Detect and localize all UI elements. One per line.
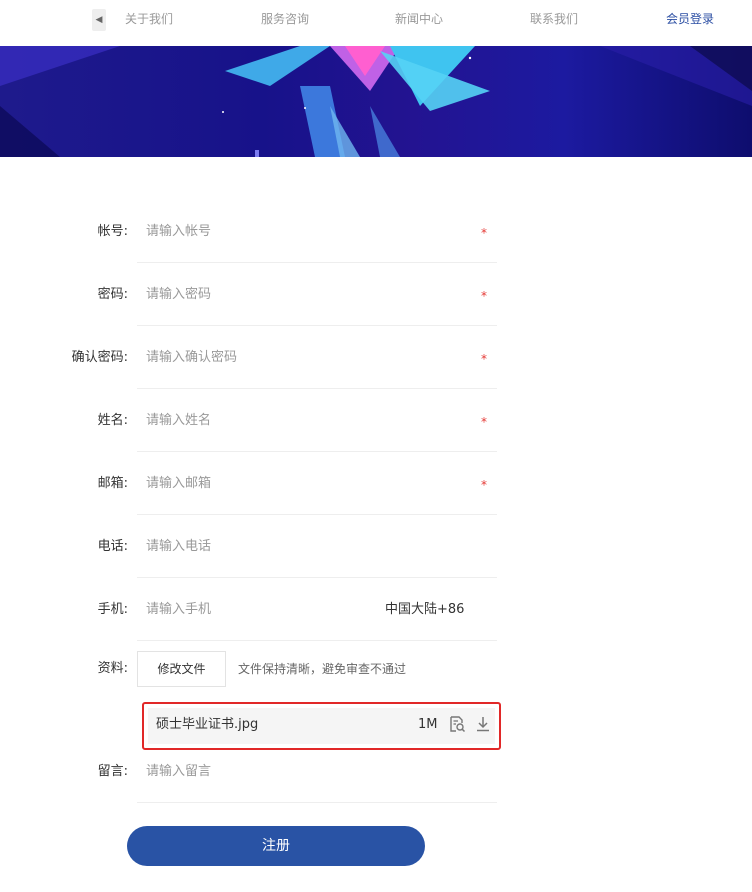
nav-item-news[interactable]: 新闻中心	[395, 11, 443, 27]
message-label: 留言:	[97, 764, 128, 779]
phone-row: 电话: 请输入电话	[0, 515, 752, 578]
required-mark: *	[481, 289, 487, 303]
banner-graphic	[0, 46, 752, 157]
name-label: 姓名:	[97, 413, 128, 428]
preview-icon[interactable]	[448, 715, 466, 733]
phone-label: 电话:	[97, 539, 128, 554]
phone-input[interactable]: 请输入电话	[137, 515, 497, 578]
required-mark: *	[481, 415, 487, 429]
password-input[interactable]: 请输入密码 *	[137, 263, 497, 326]
mobile-row: 手机: 请输入手机 中国大陆+86	[0, 578, 752, 641]
register-button[interactable]: 注册	[127, 826, 425, 866]
required-mark: *	[481, 226, 487, 240]
top-nav: ◀ 关于我们 服务咨询 新闻中心 联系我们 会员登录	[0, 0, 752, 46]
mobile-label: 手机:	[97, 602, 128, 617]
modify-file-button[interactable]: 修改文件	[137, 651, 226, 687]
name-input[interactable]: 请输入姓名 *	[137, 389, 497, 452]
download-icon[interactable]	[474, 715, 492, 733]
mobile-placeholder: 请输入手机	[146, 602, 212, 617]
password-label: 密码:	[97, 287, 128, 302]
chevron-left-icon[interactable]: ◀	[92, 9, 106, 31]
upload-label: 资料:	[97, 661, 128, 676]
email-row: 邮箱: 请输入邮箱 *	[0, 452, 752, 515]
confirm-password-row: 确认密码: 请输入确认密码 *	[0, 326, 752, 389]
email-placeholder: 请输入邮箱	[146, 476, 212, 491]
message-placeholder: 请输入留言	[146, 764, 212, 779]
account-input[interactable]: 请输入帐号 *	[137, 200, 497, 263]
account-row: 帐号: 请输入帐号 *	[0, 200, 752, 263]
phone-placeholder: 请输入电话	[146, 539, 212, 554]
account-label: 帐号:	[97, 224, 128, 239]
confirm-password-label: 确认密码:	[71, 350, 128, 365]
password-row: 密码: 请输入密码 *	[0, 263, 752, 326]
file-name: 硕士毕业证书.jpg	[156, 717, 259, 732]
nav-item-login[interactable]: 会员登录	[666, 11, 714, 27]
message-row: 留言: 请输入留言	[0, 740, 752, 803]
name-placeholder: 请输入姓名	[146, 413, 212, 428]
password-placeholder: 请输入密码	[146, 287, 212, 302]
nav-item-service[interactable]: 服务咨询	[261, 11, 309, 27]
nav-item-contact[interactable]: 联系我们	[530, 11, 578, 27]
email-input[interactable]: 请输入邮箱 *	[137, 452, 497, 515]
file-size: 1M	[418, 717, 438, 732]
country-code-select[interactable]: 中国大陆+86	[385, 578, 464, 641]
confirm-password-input[interactable]: 请输入确认密码 *	[137, 326, 497, 389]
mobile-input[interactable]: 请输入手机 中国大陆+86	[137, 578, 497, 641]
upload-hint: 文件保持清晰，避免审查不通过	[238, 662, 407, 676]
account-placeholder: 请输入帐号	[146, 224, 212, 239]
name-row: 姓名: 请输入姓名 *	[0, 389, 752, 452]
required-mark: *	[481, 352, 487, 366]
banner-image	[0, 46, 752, 157]
required-mark: *	[481, 478, 487, 492]
file-item-body: 硕士毕业证书.jpg 1M	[148, 708, 495, 744]
email-label: 邮箱:	[97, 476, 128, 491]
confirm-password-placeholder: 请输入确认密码	[146, 350, 238, 365]
message-input[interactable]: 请输入留言	[137, 740, 497, 803]
nav-item-about[interactable]: 关于我们	[125, 11, 173, 27]
